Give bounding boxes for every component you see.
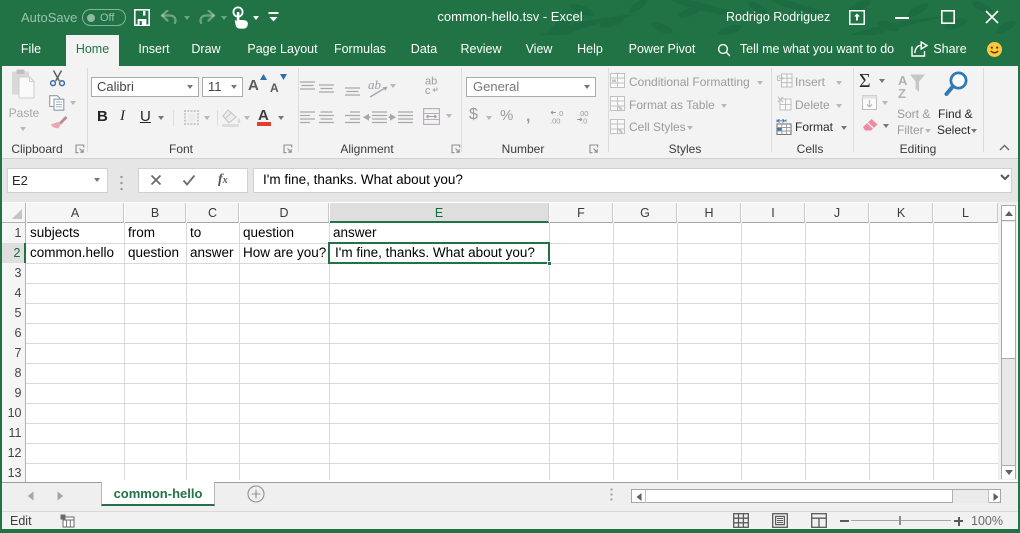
svg-text:Z: Z: [898, 86, 906, 99]
svg-text:c: c: [425, 85, 431, 95]
svg-text:.00: .00: [550, 117, 560, 125]
svg-text:ab: ab: [368, 78, 382, 92]
svg-text:.0: .0: [581, 117, 587, 125]
